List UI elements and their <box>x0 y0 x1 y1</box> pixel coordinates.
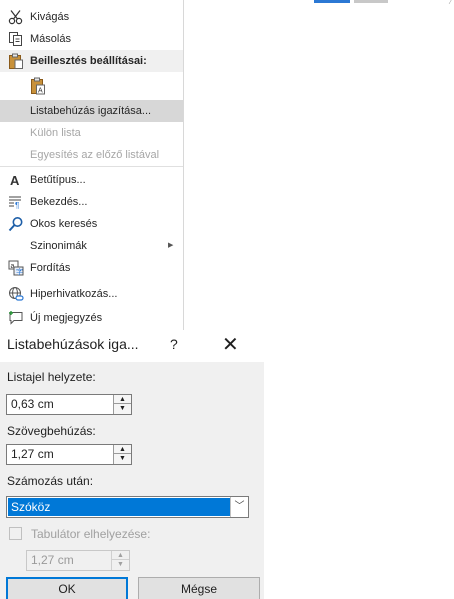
menu-item-label: Betűtípus... <box>30 174 86 186</box>
menu-item-label: Okos keresés <box>30 218 98 230</box>
menu-item-adjust-list-indents[interactable]: Listabehúzás igazítása... <box>0 100 183 122</box>
help-button[interactable]: ? <box>170 336 178 352</box>
scissors-icon <box>8 9 24 25</box>
paste-option-row: A <box>0 72 183 100</box>
bullet-position-value[interactable]: 0,63 cm <box>11 397 54 411</box>
spin-up-icon[interactable]: ▲ <box>114 395 131 404</box>
copy-icon <box>8 31 24 47</box>
spin-up-icon[interactable]: ▲ <box>114 445 131 454</box>
svg-text:A: A <box>10 173 20 188</box>
menu-item-new-comment[interactable]: Új megjegyzés <box>0 307 183 329</box>
menu-item-label: Fordítás <box>30 262 71 274</box>
chevron-down-icon[interactable]: ﹀ <box>230 497 248 517</box>
menu-item-synonyms[interactable]: Szinonimák ▶ <box>0 235 183 257</box>
menu-item-label: Másolás <box>30 33 71 45</box>
menu-item-translate[interactable]: a 字 Fordítás <box>0 257 183 279</box>
svg-text:A: A <box>38 88 43 95</box>
menu-item-label: Listabehúzás igazítása... <box>30 105 152 117</box>
tab-stop-checkbox[interactable] <box>9 527 22 540</box>
paste-options-label: Beillesztés beállításai: <box>30 55 147 67</box>
resize-grip-icon: ⁄ <box>450 0 452 6</box>
close-button[interactable]: ✕ <box>222 332 239 357</box>
bullet-position-spinner[interactable]: 0,63 cm ▲ ▼ <box>6 394 132 415</box>
dialog-title-bar[interactable]: Listabehúzások iga... ? ✕ <box>0 330 264 362</box>
ribbon-fragment-grey <box>354 0 388 3</box>
paragraph-icon: ¶ <box>8 194 24 210</box>
new-comment-icon <box>8 310 24 326</box>
dialog-title: Listabehúzások iga... <box>7 336 139 352</box>
ribbon-fragment: ⁄ <box>314 0 454 6</box>
translate-icon: a 字 <box>8 260 24 276</box>
paste-options-header: Beillesztés beállításai: <box>0 50 183 72</box>
menu-item-smart-lookup[interactable]: Okos keresés <box>0 213 183 235</box>
tab-stop-label: Tabulátor elhelyezése: <box>31 527 151 541</box>
ribbon-fragment-blue <box>314 0 350 3</box>
spinner-buttons: ▲ ▼ <box>113 395 131 414</box>
font-icon: A <box>8 172 24 188</box>
menu-item-label: Hiperhivatkozás... <box>30 288 118 300</box>
smart-lookup-icon <box>8 216 24 232</box>
context-menu: Kivágás Másolás Beillesztés beállításai: <box>0 0 183 330</box>
menu-separator <box>0 166 183 167</box>
follow-number-combobox[interactable]: Szóköz ﹀ <box>6 496 249 518</box>
menu-item-label: Egyesítés az előző listával <box>30 149 160 161</box>
text-indent-spinner[interactable]: 1,27 cm ▲ ▼ <box>6 444 132 465</box>
menu-item-label: Külön lista <box>30 127 81 139</box>
menu-item-paragraph[interactable]: ¶ Bekezdés... <box>0 191 183 213</box>
spin-down-icon[interactable]: ▼ <box>114 454 131 463</box>
menu-item-join-previous-list: Egyesítés az előző listával <box>0 144 183 166</box>
ok-button[interactable]: OK <box>6 577 128 599</box>
spin-up-icon: ▲ <box>112 551 129 560</box>
spin-down-icon[interactable]: ▼ <box>114 404 131 413</box>
text-indent-value[interactable]: 1,27 cm <box>11 447 54 461</box>
follow-number-value: Szóköz <box>11 500 51 514</box>
menu-item-separate-list: Külön lista <box>0 122 183 144</box>
menu-item-label: Új megjegyzés <box>30 312 103 324</box>
menu-item-label: Kivágás <box>30 11 70 23</box>
hyperlink-icon <box>8 286 24 302</box>
menu-item-label: Szinonimák <box>30 240 87 252</box>
svg-text:¶: ¶ <box>15 201 19 210</box>
svg-text:字: 字 <box>16 267 23 276</box>
menu-item-hyperlink[interactable]: Hiperhivatkozás... <box>0 283 183 305</box>
follow-number-label: Számozás után: <box>7 474 94 488</box>
paste-keep-text-icon[interactable]: A <box>30 77 46 95</box>
spin-down-icon: ▼ <box>117 561 124 568</box>
tab-stop-value: 1,27 cm <box>31 553 74 567</box>
text-indent-label: Szövegbehúzás: <box>7 424 96 438</box>
submenu-arrow-icon: ▶ <box>168 242 174 249</box>
menu-item-cut[interactable]: Kivágás <box>0 6 183 28</box>
clipboard-icon <box>8 53 24 69</box>
bullet-position-label: Listajel helyzete: <box>7 370 96 384</box>
spinner-buttons: ▲ ▼ <box>113 445 131 464</box>
menu-border <box>183 0 184 330</box>
menu-item-label: Bekezdés... <box>30 196 88 208</box>
menu-item-copy[interactable]: Másolás <box>0 28 183 50</box>
cancel-button[interactable]: Mégse <box>138 577 260 599</box>
menu-item-font[interactable]: A Betűtípus... <box>0 169 183 191</box>
spinner-buttons: ▲ ▼ <box>111 551 129 570</box>
tab-stop-spinner: 1,27 cm ▲ ▼ <box>26 550 130 571</box>
follow-number-selected[interactable]: Szóköz <box>8 498 230 516</box>
